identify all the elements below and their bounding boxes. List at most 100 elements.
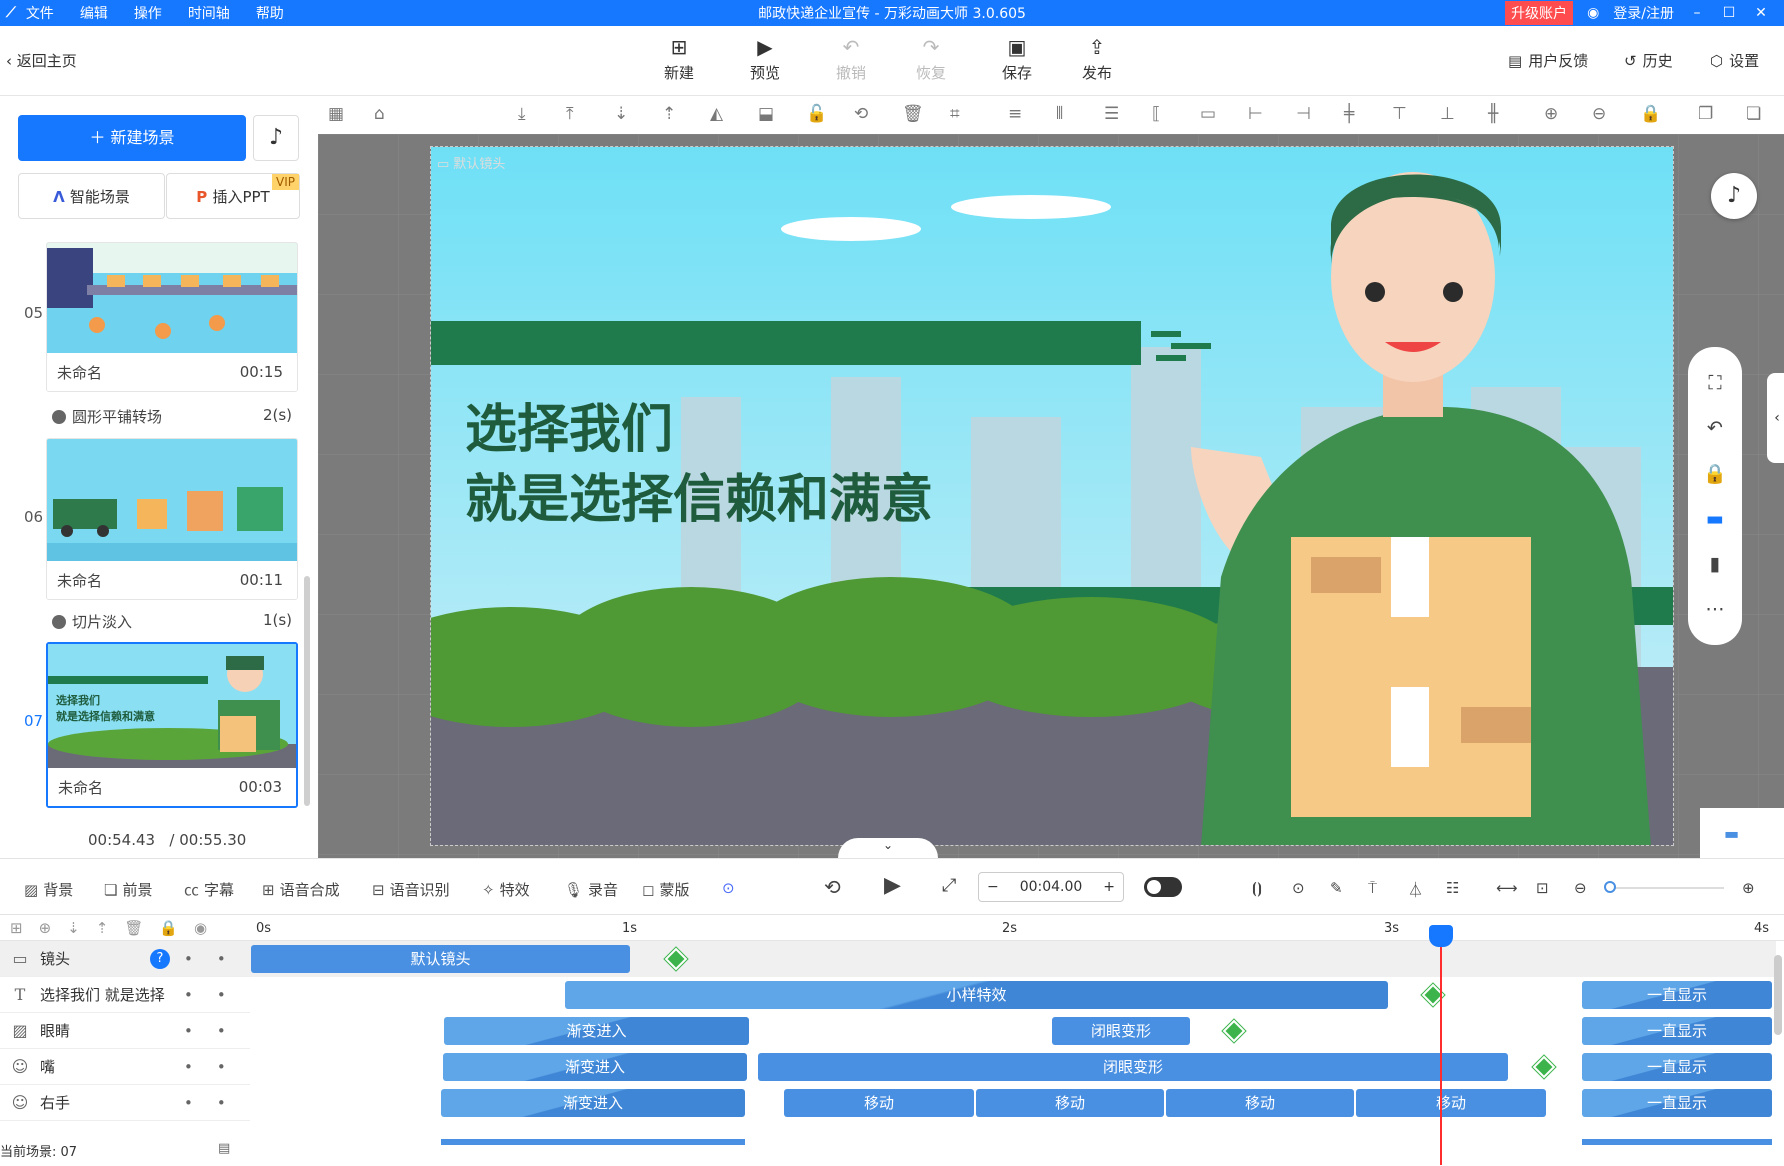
ratio-icon[interactable]: ⊡ — [1536, 879, 1549, 897]
align-top-icon[interactable]: ⊤ — [1392, 104, 1407, 124]
distribute-v-icon[interactable]: ☰ — [1104, 104, 1119, 124]
flip-h-icon[interactable]: ◭ — [710, 104, 723, 124]
collapse-panel-button[interactable]: ‹ — [1767, 373, 1784, 463]
speech-recognition-tool[interactable]: ⊟ 语音识别 — [372, 879, 450, 900]
clip-blink[interactable]: 闭眼变形 — [758, 1053, 1508, 1081]
filter-icon[interactable]: ⏃ — [1408, 879, 1423, 900]
background-tool[interactable]: ▨ 背景 — [24, 879, 73, 900]
feedback-button[interactable]: ▤ 用户反馈 — [1508, 50, 1588, 71]
settings-button[interactable]: ⬡ 设置 — [1710, 50, 1759, 71]
close-icon[interactable]: ✕ — [1752, 5, 1770, 21]
clip-text-effect[interactable]: 小样特效 — [565, 981, 1388, 1009]
move-up-icon[interactable]: ⇡ — [96, 919, 109, 937]
new-scene-button[interactable]: ＋ 新建场景 — [18, 115, 246, 161]
track-row-mouth[interactable]: ☺ 嘴 • • — [0, 1049, 250, 1085]
track-dot[interactable]: • — [217, 1022, 226, 1040]
pin-icon[interactable]: ⍑ — [1368, 879, 1377, 897]
transition-item[interactable]: 切片淡入 1(s) — [52, 611, 292, 632]
undo-button[interactable]: ↶ 撤销 — [824, 36, 878, 83]
move-up-icon[interactable]: ⇡ — [662, 104, 676, 124]
edit-icon[interactable]: ✎ — [1330, 879, 1343, 897]
foreground-tool[interactable]: ❏ 前景 — [104, 879, 152, 900]
unlock-icon[interactable]: 🔒 — [1640, 104, 1661, 124]
track-dot[interactable]: • — [184, 986, 193, 1004]
zoom-in-icon[interactable]: ⊕ — [1544, 104, 1558, 124]
mask-tool[interactable]: ◻ 蒙版 — [642, 879, 689, 900]
zoom-out-timeline-icon[interactable]: ⊖ — [1574, 879, 1587, 897]
scene-scrollbar[interactable] — [304, 576, 310, 806]
delete-icon[interactable]: 🗑 — [124, 919, 143, 937]
redo-button[interactable]: ↷ 恢复 — [904, 36, 958, 83]
crop-icon[interactable]: ⌗ — [950, 104, 960, 124]
subtitle-tool[interactable]: ㏄字幕 — [184, 879, 234, 900]
stage-canvas[interactable]: 选择我们 就是选择信赖和满意 ▭ 默认镜头 — [430, 146, 1674, 846]
eye-icon[interactable]: ◉ — [194, 919, 207, 937]
zoom-slider[interactable] — [1604, 881, 1724, 893]
track-row-right-hand[interactable]: ☺ 右手 • • — [0, 1085, 250, 1121]
keyframe-icon[interactable] — [1222, 1019, 1246, 1043]
clip-always-show[interactable]: 一直显示 — [1582, 1053, 1772, 1081]
align-vcenter-icon[interactable]: ╫ — [1488, 104, 1498, 124]
help-icon[interactable]: ? — [150, 948, 170, 969]
lock-icon[interactable]: 🔒 — [1703, 462, 1727, 485]
music-toggle-button[interactable]: ♪ — [1711, 173, 1757, 219]
clip-blink[interactable]: 闭眼变形 — [1052, 1017, 1190, 1045]
playhead-handle[interactable] — [1429, 925, 1453, 947]
same-width-icon[interactable]: ⟦ — [1152, 104, 1160, 124]
clip-partial[interactable] — [441, 1139, 745, 1145]
play-button[interactable]: ▶ — [884, 873, 901, 898]
menu-file[interactable]: 文件 — [26, 3, 54, 23]
clip-always-show[interactable]: 一直显示 — [1582, 1089, 1772, 1117]
keyframe-icon[interactable] — [1532, 1055, 1556, 1079]
more-icon[interactable]: ⋯ — [1706, 598, 1725, 620]
toggle-switch[interactable] — [1144, 877, 1182, 897]
zoom-out-icon[interactable]: ⊖ — [1592, 104, 1606, 124]
transition-item[interactable]: 圆形平铺转场 2(s) — [52, 406, 292, 427]
upgrade-button[interactable]: 升级账户 — [1505, 1, 1574, 25]
clip-always-show[interactable]: 一直显示 — [1582, 1017, 1772, 1045]
minimize-icon[interactable]: – — [1688, 5, 1706, 21]
move-bottom-icon[interactable]: ⤓ — [518, 104, 526, 124]
clip-partial[interactable] — [1582, 1139, 1772, 1145]
home-icon[interactable]: ⌂ — [374, 104, 385, 124]
track-dot[interactable]: • — [184, 950, 193, 968]
menu-help[interactable]: 帮助 — [256, 3, 284, 23]
playhead[interactable] — [1440, 929, 1442, 1165]
back-home-link[interactable]: ‹ 返回主页 — [6, 50, 77, 71]
copy-icon[interactable]: ❐ — [1698, 104, 1713, 124]
clip-fade-in[interactable]: 渐变进入 — [443, 1053, 747, 1081]
track-dot[interactable]: • — [184, 1094, 193, 1112]
clip-move[interactable]: 移动 — [784, 1089, 974, 1117]
lock-icon[interactable]: 🔒 — [159, 919, 178, 937]
align-right-icon[interactable]: ⊣ — [1296, 104, 1311, 124]
history-button[interactable]: ↺ 历史 — [1624, 50, 1673, 71]
monitor-icon[interactable]: ▬ — [1706, 508, 1724, 530]
timeline-scrollbar[interactable] — [1774, 955, 1782, 1035]
track-dot[interactable]: • — [217, 986, 226, 1004]
scene-thumb-06[interactable]: 未命名 00:11 — [46, 438, 298, 600]
fullscreen-button[interactable]: ⤢ — [942, 875, 956, 896]
clip-fade-in[interactable]: 渐变进入 — [444, 1017, 749, 1045]
scene-thumb-07[interactable]: 选择我们 就是选择信赖和满意 未命名 00:03 — [46, 642, 298, 808]
zoom-slider-thumb[interactable] — [1604, 881, 1616, 893]
maximize-icon[interactable]: ☐ — [1720, 5, 1738, 21]
track-row-camera[interactable]: ▭ 镜头 ? • • — [0, 941, 250, 977]
menu-edit[interactable]: 编辑 — [80, 3, 108, 23]
delete-icon[interactable]: 🗑 — [902, 104, 924, 124]
track-dot[interactable]: • — [184, 1058, 193, 1076]
clip-move[interactable]: 移动 — [1356, 1089, 1546, 1117]
camera-snapshot-icon[interactable]: ⊙ — [1292, 879, 1305, 897]
fit-width-icon[interactable]: ⟷ — [1496, 879, 1518, 897]
record-tool[interactable]: 🎙 录音 — [564, 879, 618, 900]
align-bottom-icon[interactable]: ⊥ — [1440, 104, 1455, 124]
rotate-icon[interactable]: ⟲ — [854, 104, 868, 124]
layers-icon[interactable]: ▦ — [328, 104, 344, 124]
track-dot[interactable]: • — [217, 1094, 226, 1112]
clip-fade-in[interactable]: 渐变进入 — [441, 1089, 745, 1117]
fit-screen-icon[interactable]: ⛶ — [1708, 372, 1721, 394]
same-height-icon[interactable]: ▭ — [1200, 104, 1216, 124]
preview-button[interactable]: ▶ 预览 — [738, 36, 792, 83]
clip-always-show[interactable]: 一直显示 — [1582, 981, 1772, 1009]
login-link[interactable]: 登录/注册 — [1613, 3, 1674, 23]
rewind-button[interactable]: ⟲ — [824, 875, 841, 899]
